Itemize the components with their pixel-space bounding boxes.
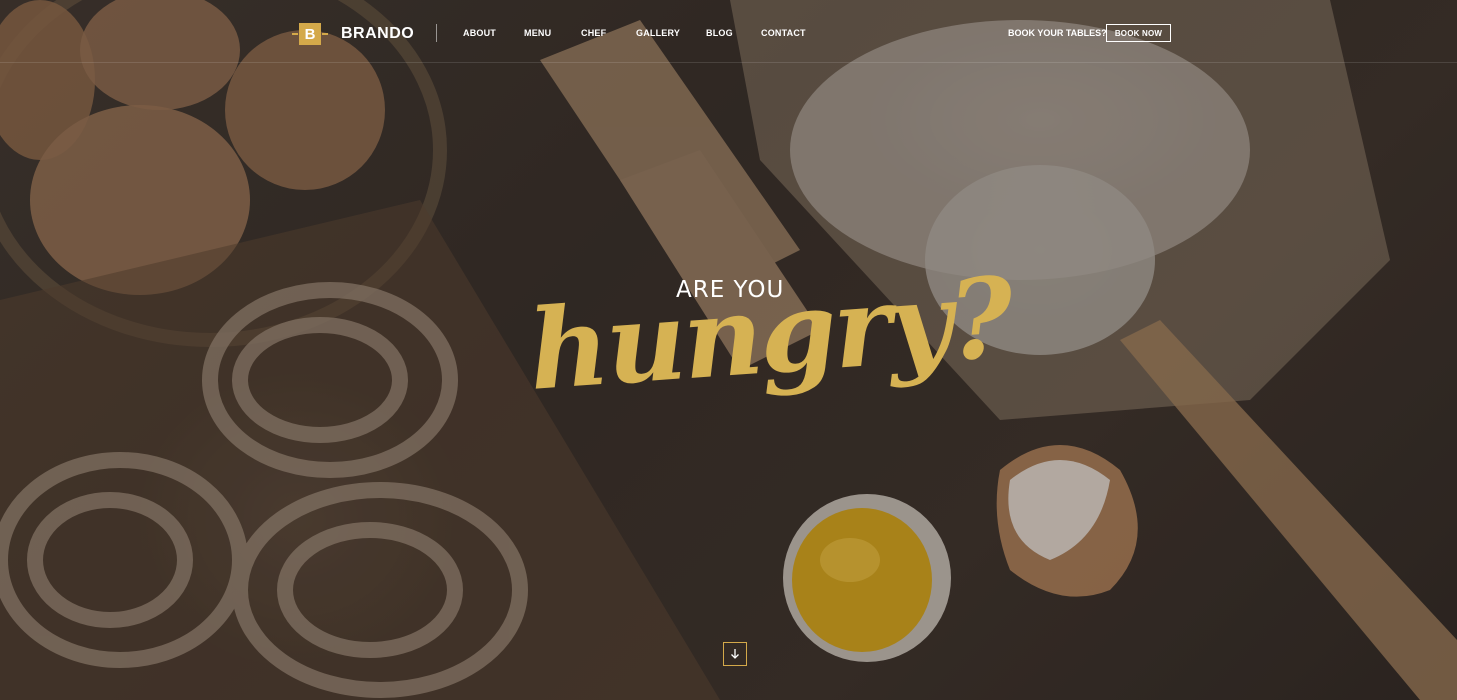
header-divider [436,24,437,42]
logo-mark: B [292,23,328,45]
site-header: B BRANDO ABOUT MENU CHEF GALLERY BLOG CO… [0,0,1457,63]
tagline-big: hungry? [524,252,1015,415]
hero-section: B BRANDO ABOUT MENU CHEF GALLERY BLOG CO… [0,0,1457,700]
book-now-button[interactable]: BOOK NOW [1106,24,1171,42]
scroll-down-button[interactable] [723,642,747,666]
arrow-down-icon [731,649,739,659]
nav-blog[interactable]: BLOG [706,28,733,38]
book-tables-label: BOOK YOUR TABLES? [1008,28,1107,38]
nav-gallery[interactable]: GALLERY [636,28,680,38]
logo[interactable]: B BRANDO [292,23,415,45]
nav-chef[interactable]: CHEF [581,28,606,38]
nav-about[interactable]: ABOUT [463,28,496,38]
nav-menu[interactable]: MENU [524,28,551,38]
logo-text: BRANDO [341,25,415,42]
nav-contact[interactable]: CONTACT [761,28,806,38]
